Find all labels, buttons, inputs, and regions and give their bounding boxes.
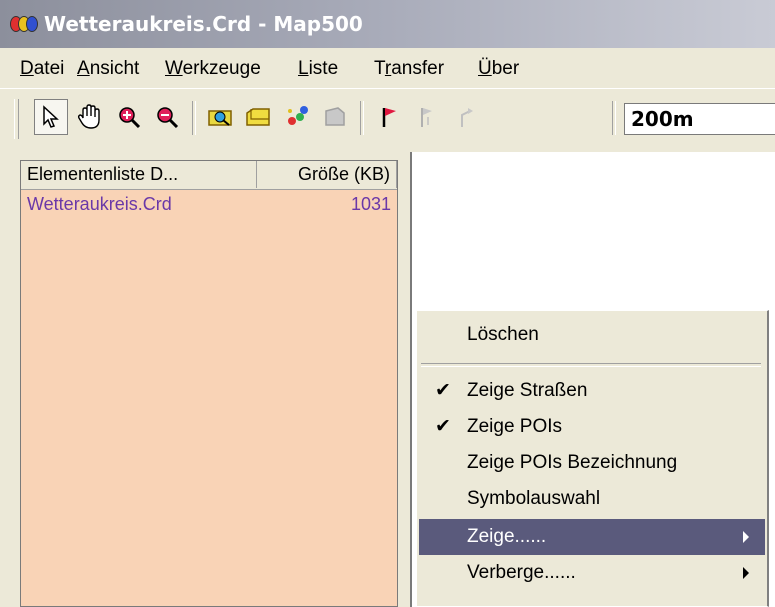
open-folder-button[interactable] <box>242 99 276 135</box>
zoom-in-icon <box>119 107 141 129</box>
pan-tool-button[interactable] <box>72 99 106 135</box>
menu-item-zeige-pois-bezeichnung[interactable]: Zeige POIs Bezeichnung <box>419 445 765 481</box>
flag-disabled-button <box>410 99 444 135</box>
flag-disabled-icon <box>421 108 432 127</box>
toolbar-grip[interactable] <box>14 99 19 139</box>
element-list: Elementenliste D... Größe (KB) Wetterauk… <box>20 160 398 607</box>
flag-icon <box>382 108 396 127</box>
menu-ansicht[interactable]: Ansicht <box>77 58 139 80</box>
card-button <box>318 99 352 135</box>
menu-datei[interactable]: Datei <box>20 58 64 80</box>
hand-icon <box>77 104 100 129</box>
colors-button[interactable] <box>280 99 314 135</box>
toolbar-separator <box>612 101 616 135</box>
context-menu: Löschen ✔ Zeige Straßen ✔ Zeige POIs Zei… <box>416 310 769 607</box>
open-map-icon <box>208 110 232 126</box>
pointer-tool-button[interactable] <box>34 99 68 135</box>
disabled-card-icon <box>325 107 345 126</box>
title-bar: Wetteraukreis.Crd - Map500 <box>0 0 775 48</box>
route-disabled-button <box>448 99 482 135</box>
list-header: Elementenliste D... Größe (KB) <box>21 161 397 190</box>
route-disabled-icon <box>461 108 473 127</box>
menu-item-loeschen[interactable]: Löschen <box>419 317 765 353</box>
menu-liste[interactable]: Liste <box>298 58 338 80</box>
menu-item-zeige-submenu[interactable]: Zeige...... <box>419 519 765 555</box>
column-header-elements[interactable]: Elementenliste D... <box>21 161 257 188</box>
menu-ueber[interactable]: Über <box>478 58 519 80</box>
list-item[interactable]: Wetteraukreis.Crd 1031 <box>21 191 397 217</box>
flag-button[interactable] <box>372 99 406 135</box>
zoom-out-icon <box>157 107 179 129</box>
zoom-out-button[interactable] <box>150 99 184 135</box>
toolbar-separator <box>192 101 196 135</box>
menu-transfer[interactable]: Transfer <box>374 58 444 80</box>
submenu-arrow-icon <box>743 567 749 579</box>
submenu-arrow-icon <box>743 531 749 543</box>
list-item-name: Wetteraukreis.Crd <box>27 194 172 214</box>
zoom-in-button[interactable] <box>112 99 146 135</box>
menu-bar: Datei Ansicht Werkzeuge Liste Transfer Ü… <box>0 48 775 88</box>
menu-item-verberge-submenu[interactable]: Verberge...... <box>419 555 765 591</box>
checkmark-icon: ✔ <box>435 380 451 401</box>
menu-item-zeige-pois[interactable]: ✔ Zeige POIs <box>419 409 765 445</box>
open-folder-icon <box>246 108 270 126</box>
menu-werkzeuge[interactable]: Werkzeuge <box>165 58 261 80</box>
toolbar-separator <box>360 101 364 135</box>
column-header-size[interactable]: Größe (KB) <box>257 161 397 188</box>
menu-item-symbolauswahl[interactable]: Symbolauswahl <box>419 481 765 517</box>
menu-item-zeige-strassen[interactable]: ✔ Zeige Straßen <box>419 373 765 409</box>
window-title: Wetteraukreis.Crd - Map500 <box>44 12 363 36</box>
menu-separator <box>421 363 761 367</box>
checkmark-icon: ✔ <box>435 416 451 437</box>
app-logo-icon <box>10 16 38 32</box>
list-item-size: 1031 <box>350 194 391 214</box>
toolbar: 200m <box>0 88 775 147</box>
open-map-button[interactable] <box>204 99 238 135</box>
colors-icon <box>288 106 308 125</box>
scale-field[interactable]: 200m <box>624 103 775 135</box>
pointer-icon <box>43 105 59 128</box>
